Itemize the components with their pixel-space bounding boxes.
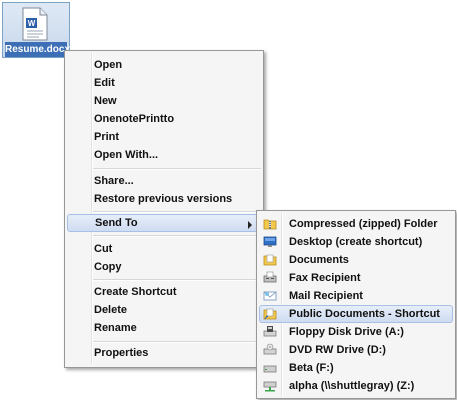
menu-item-copy[interactable]: Copy: [67, 258, 261, 276]
menu-separator: [93, 168, 261, 170]
menu-item-label: DVD RW Drive (D:): [289, 344, 386, 356]
send-to-floppy-drive[interactable]: Floppy Disk Drive (A:): [259, 323, 453, 341]
menu-item-cut[interactable]: Cut: [67, 240, 261, 258]
floppy-drive-icon: [263, 326, 277, 337]
menu-item-label: Floppy Disk Drive (A:): [289, 326, 404, 338]
menu-item-edit[interactable]: Edit: [67, 74, 261, 92]
menu-item-label: Open With...: [94, 149, 159, 161]
menu-item-label: Print: [94, 131, 120, 143]
send-to-fax-recipient[interactable]: Fax Recipient: [259, 269, 453, 287]
menu-item-onenote-printto[interactable]: OnenotePrintto: [67, 110, 261, 128]
menu-separator: [93, 235, 261, 237]
menu-item-label: Delete: [94, 304, 128, 316]
menu-item-new[interactable]: New: [67, 92, 261, 110]
desktop-icon: [263, 236, 277, 247]
menu-item-open-with[interactable]: Open With...: [67, 146, 261, 164]
documents-folder-icon: [263, 254, 277, 266]
send-to-public-documents[interactable]: Public Documents - Shortcut: [259, 305, 453, 323]
menu-item-label: Desktop (create shortcut): [289, 236, 423, 248]
menu-item-label: Mail Recipient: [289, 290, 363, 302]
menu-separator: [93, 341, 261, 343]
send-to-beta-drive[interactable]: Beta (F:): [259, 359, 453, 377]
dvd-drive-icon: [263, 343, 277, 355]
menu-item-label: Beta (F:): [289, 362, 334, 374]
fax-icon: [263, 271, 277, 283]
desktop: W Resume.docx Open Edit New OnenotePrint…: [0, 0, 457, 400]
menu-item-label: alpha (\\shuttlegray) (Z:): [289, 380, 415, 392]
menu-item-label: Share...: [94, 175, 134, 187]
network-drive-icon: [263, 381, 277, 392]
menu-item-label: Create Shortcut: [94, 286, 177, 298]
menu-item-restore-previous-versions[interactable]: Restore previous versions: [67, 190, 261, 208]
menu-item-share[interactable]: Share...: [67, 172, 261, 190]
menu-item-create-shortcut[interactable]: Create Shortcut: [67, 283, 261, 301]
menu-item-label: Properties: [94, 347, 149, 359]
send-to-documents[interactable]: Documents: [259, 251, 453, 269]
menu-item-open[interactable]: Open: [67, 56, 261, 74]
send-to-compressed-folder[interactable]: Compressed (zipped) Folder: [259, 215, 453, 233]
menu-item-label: Send To: [95, 217, 138, 229]
send-to-desktop[interactable]: Desktop (create shortcut): [259, 233, 453, 251]
menu-item-label: Cut: [94, 243, 113, 255]
menu-item-label: Copy: [94, 261, 122, 273]
file-item-resume[interactable]: W Resume.docx: [2, 2, 70, 58]
menu-item-label: Fax Recipient: [289, 272, 361, 284]
send-to-mail-recipient[interactable]: Mail Recipient: [259, 287, 453, 305]
menu-item-label: Compressed (zipped) Folder: [289, 218, 438, 230]
submenu-arrow-icon: [248, 221, 252, 229]
send-to-dvd-drive[interactable]: DVD RW Drive (D:): [259, 341, 453, 359]
menu-item-send-to[interactable]: Send To: [67, 214, 261, 232]
mail-icon: [263, 291, 277, 301]
menu-item-label: New: [94, 95, 117, 107]
menu-item-properties[interactable]: Properties: [67, 344, 261, 362]
menu-item-print[interactable]: Print: [67, 128, 261, 146]
zip-folder-icon: [263, 219, 277, 230]
hard-drive-icon: [263, 365, 277, 373]
public-folder-icon: [263, 308, 277, 320]
menu-item-label: Restore previous versions: [94, 193, 233, 205]
menu-item-label: Rename: [94, 322, 137, 334]
menu-item-rename[interactable]: Rename: [67, 319, 261, 337]
word-document-icon: W: [22, 7, 48, 41]
menu-item-delete[interactable]: Delete: [67, 301, 261, 319]
context-menu: Open Edit New OnenotePrintto Print Open …: [64, 50, 264, 368]
menu-item-label: Open: [94, 59, 123, 71]
send-to-alpha-network-drive[interactable]: alpha (\\shuttlegray) (Z:): [259, 377, 453, 395]
menu-separator: [93, 211, 261, 213]
menu-item-label: Public Documents - Shortcut: [289, 308, 440, 320]
menu-item-label: Edit: [94, 77, 115, 89]
menu-item-label: Documents: [289, 254, 349, 266]
file-name-label: Resume.docx: [5, 42, 71, 57]
menu-separator: [93, 279, 261, 281]
menu-item-label: OnenotePrintto: [94, 113, 175, 125]
send-to-submenu: Compressed (zipped) Folder Desktop (crea…: [256, 210, 456, 399]
svg-text:W: W: [28, 19, 36, 28]
